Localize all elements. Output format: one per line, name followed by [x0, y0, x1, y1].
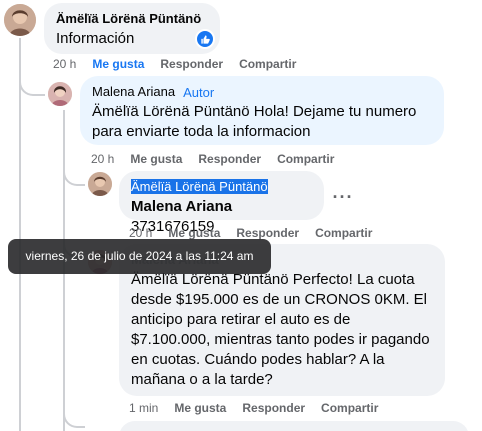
comment-timestamp[interactable]: 20 h [53, 57, 76, 71]
comment-bubble: Ämëlïä Lörënä Püntänö Malena Ariana 3731… [119, 171, 324, 235]
mention-link[interactable]: Malena Ariana [131, 198, 232, 215]
comment-author[interactable]: Ämëlïä Lörënä Püntänö [131, 179, 312, 195]
comment-bubble: Ämëlïä Lörënä Püntänö Información [44, 3, 220, 54]
share-button[interactable]: Compartir [321, 401, 378, 415]
reply-button[interactable]: Responder [236, 226, 299, 240]
comment-timestamp[interactable]: 20 h [129, 226, 152, 240]
mention-link[interactable]: Ämëlïä Lörënä Püntänö [92, 103, 250, 120]
author-badge: Autor [183, 84, 215, 100]
thread-line-main [19, 38, 21, 431]
comment-body: Perfecto! La cuota desde $195.000 es de … [131, 271, 430, 388]
comment-timestamp[interactable]: 1 min [129, 401, 158, 415]
comment-actions: 20 h Me gusta Responder Compartir [129, 226, 372, 240]
comment-timestamp[interactable]: 20 h [91, 152, 114, 166]
comment-bubble-partial [119, 421, 469, 431]
comment-text: Ämëlïä Lörënä Püntänö Hola! Dejame tu nu… [92, 102, 432, 142]
thread-connector [19, 70, 45, 96]
like-button[interactable]: Me gusta [130, 152, 182, 166]
comment-author[interactable]: Ämëlïä Lörënä Püntänö [56, 11, 208, 27]
comment-actions: 20 h Me gusta Responder Compartir [53, 57, 296, 71]
share-button[interactable]: Compartir [239, 57, 296, 71]
thread-connector [63, 164, 85, 186]
thread-connector [63, 406, 85, 428]
comment-actions: 1 min Me gusta Responder Compartir [129, 401, 378, 415]
avatar[interactable] [88, 172, 112, 196]
reply-button[interactable]: Responder [242, 401, 305, 415]
more-options-button[interactable]: ··· [329, 183, 357, 211]
like-reaction-icon[interactable] [195, 29, 215, 49]
avatar[interactable] [48, 82, 72, 106]
like-button[interactable]: Me gusta [174, 401, 226, 415]
reply-button[interactable]: Responder [198, 152, 261, 166]
comment-text: Ämëlïä Lörënä Püntänö Perfecto! La cuota… [131, 270, 433, 390]
like-button[interactable]: Me gusta [168, 226, 220, 240]
comment-author[interactable]: Malena Ariana [92, 84, 175, 100]
like-button[interactable]: Me gusta [92, 57, 144, 71]
comment-text: Información [56, 30, 135, 47]
timestamp-tooltip: viernes, 26 de julio de 2024 a las 11:24… [8, 239, 271, 274]
comment-bubble: Malena Ariana Autor Ämëlïä Lörënä Püntän… [80, 76, 444, 145]
selected-author-text[interactable]: Ämëlïä Lörënä Püntänö [131, 179, 268, 194]
comment-actions: 20 h Me gusta Responder Compartir [91, 152, 334, 166]
share-button[interactable]: Compartir [277, 152, 334, 166]
reply-button[interactable]: Responder [160, 57, 223, 71]
avatar[interactable] [4, 4, 36, 36]
share-button[interactable]: Compartir [315, 226, 372, 240]
